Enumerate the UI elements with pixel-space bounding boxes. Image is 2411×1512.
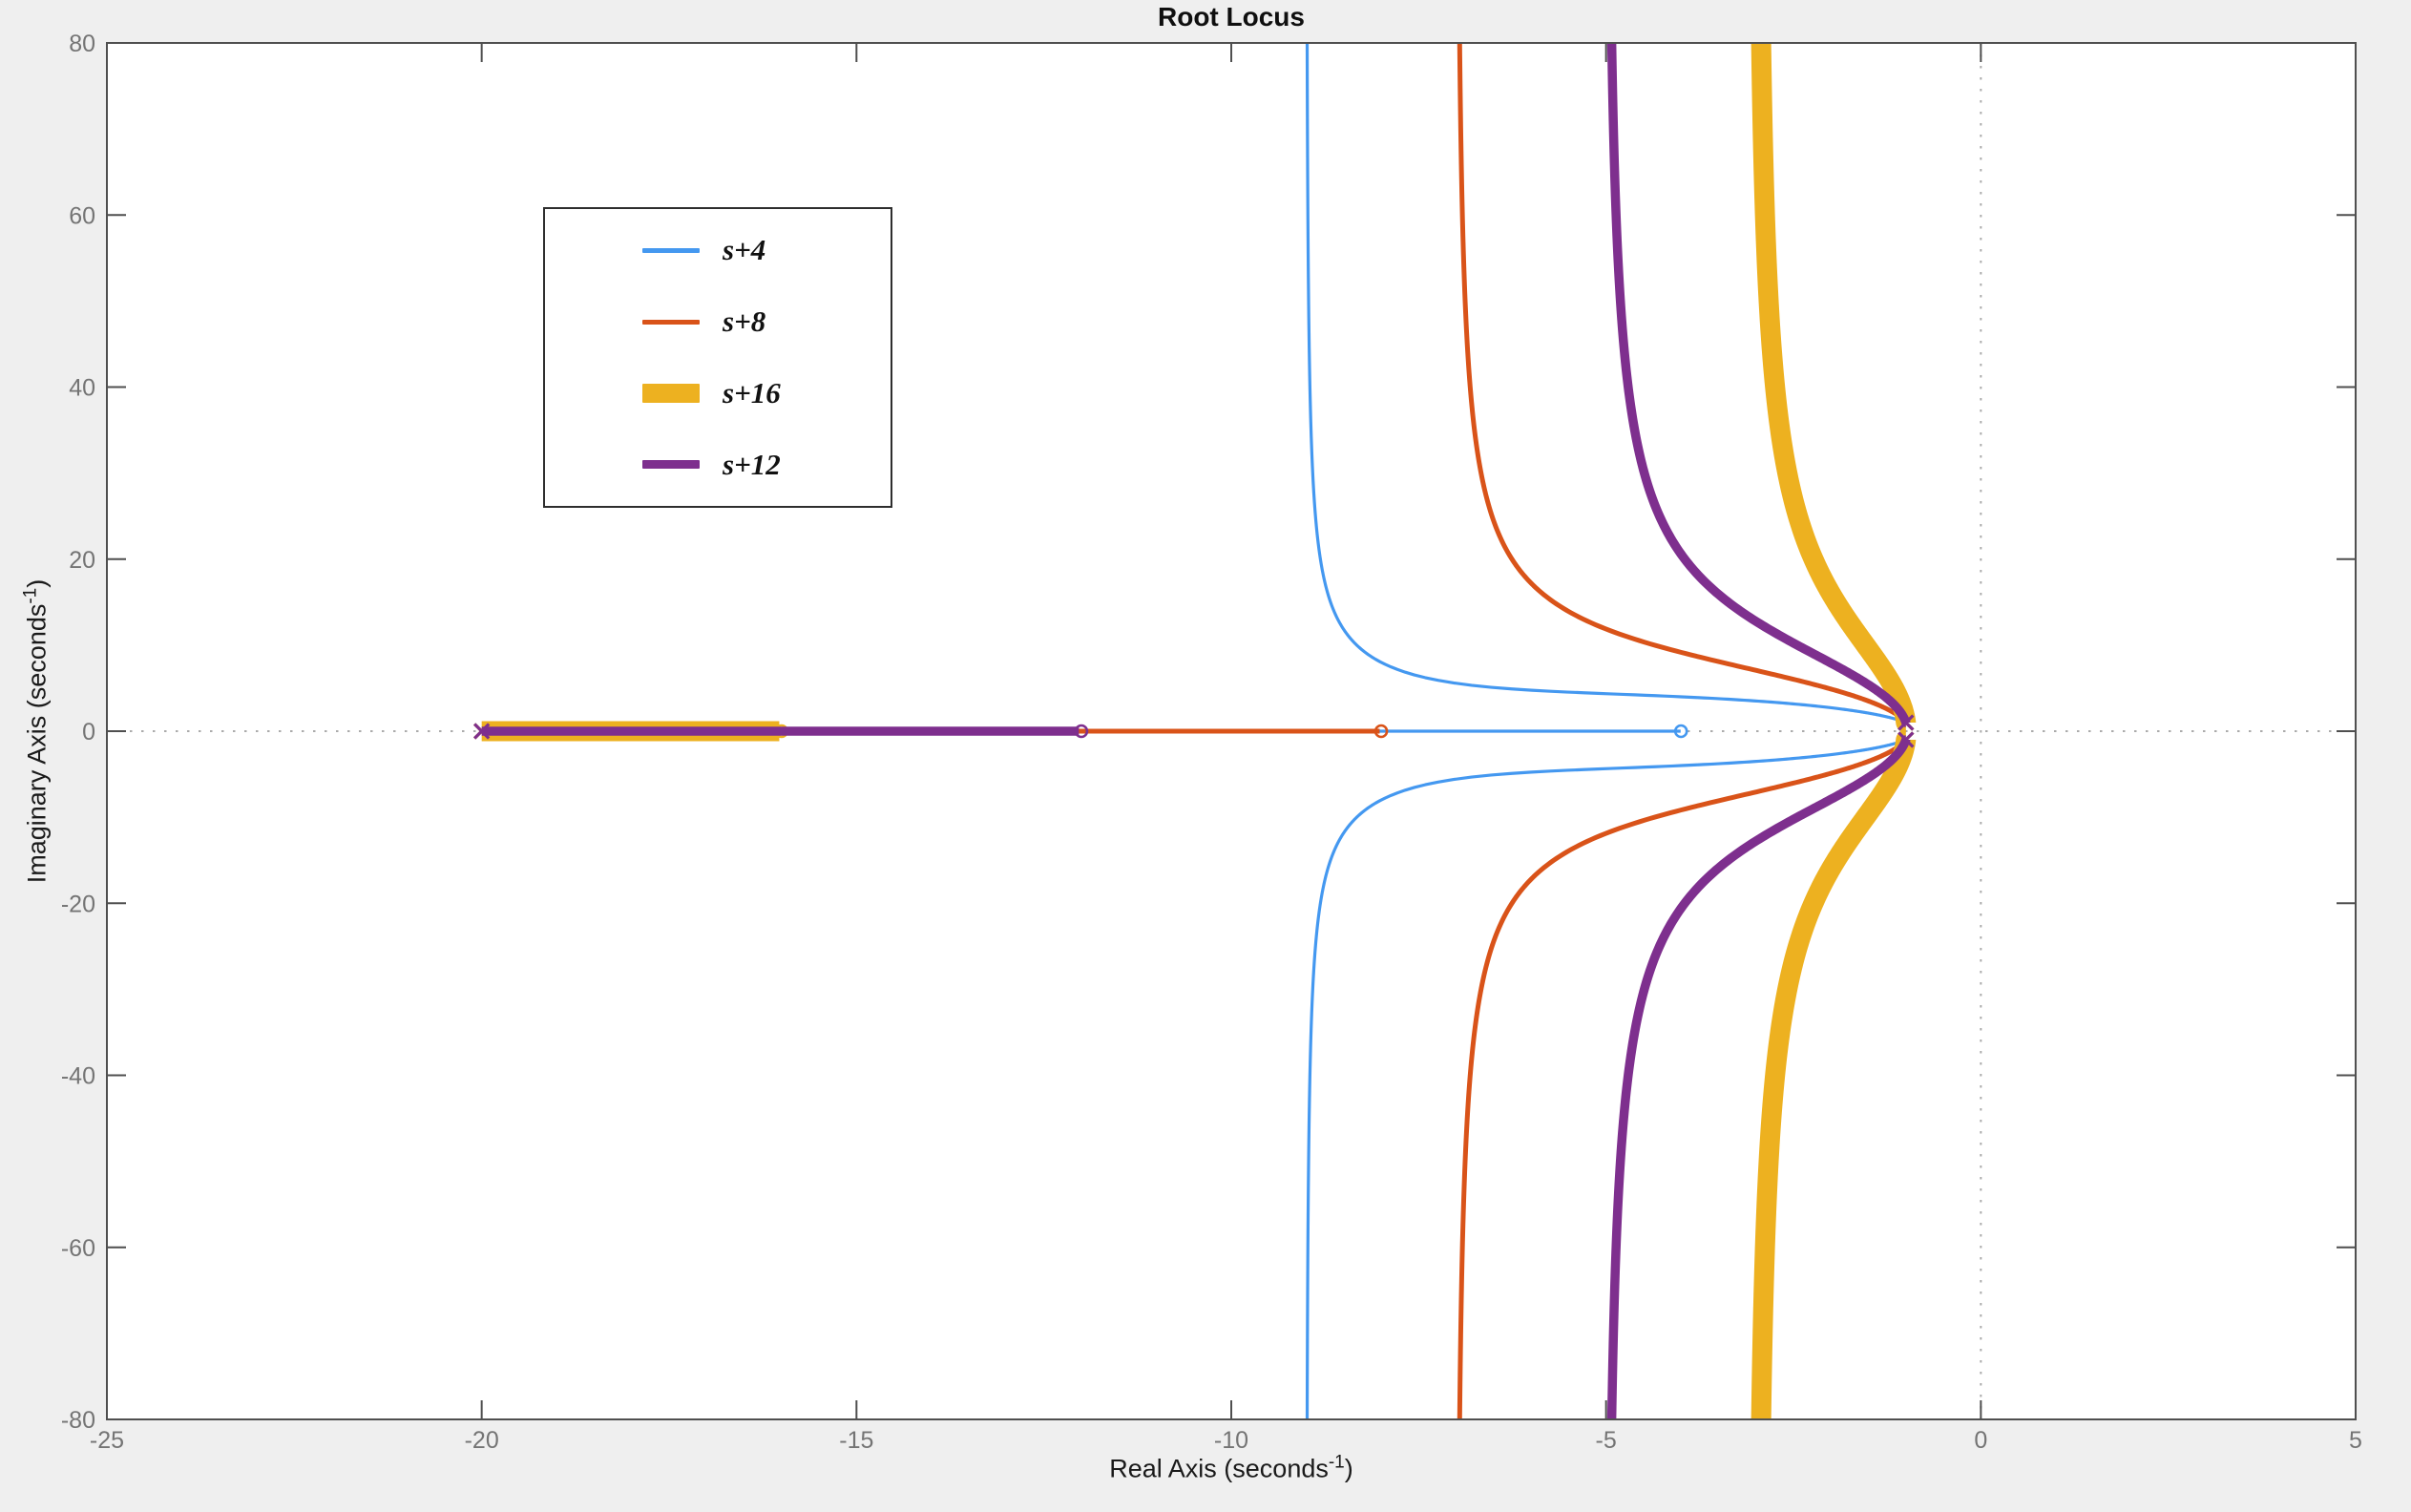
chart-title: Root Locus [107, 2, 2356, 32]
y-tick-label: 60 [69, 202, 95, 229]
legend-swatch [642, 460, 700, 470]
legend-item-s+12: s+12 [545, 430, 891, 499]
legend-item-s+16: s+16 [545, 359, 891, 428]
legend-label: s+8 [723, 304, 765, 339]
x-tick-label: -5 [1596, 1427, 1617, 1454]
legend-item-s+4: s+4 [545, 216, 891, 284]
y-tick-label: -40 [61, 1063, 95, 1090]
x-tick-label: -10 [1214, 1427, 1248, 1454]
y-tick-label: 20 [69, 547, 95, 574]
root-locus-figure: -25-20-15-10-505-80-60-40-20020406080 Ro… [0, 0, 2411, 1512]
y-axis-label: Imaginary Axis (seconds-1) [21, 579, 52, 884]
legend-swatch [642, 248, 700, 253]
legend-swatch [642, 320, 700, 325]
x-axis-label: Real Axis (seconds-1) [1109, 1453, 1353, 1484]
y-tick-label: -60 [61, 1235, 95, 1262]
legend-item-s+8: s+8 [545, 287, 891, 356]
legend-label: s+12 [723, 448, 781, 482]
x-tick-label: -15 [839, 1427, 873, 1454]
legend-swatch [642, 384, 700, 403]
y-tick-label: -20 [61, 891, 95, 917]
plot-area: -25-20-15-10-505-80-60-40-20020406080 [0, 0, 2411, 1512]
legend: s+4 s+8 s+16 s+12 [543, 207, 892, 508]
x-tick-label: -20 [465, 1427, 499, 1454]
x-tick-label: 0 [1974, 1427, 1987, 1454]
legend-label: s+4 [723, 233, 765, 267]
x-tick-label: 5 [2349, 1427, 2362, 1454]
legend-label: s+16 [723, 376, 781, 410]
y-tick-label: -80 [61, 1407, 95, 1434]
y-tick-label: 40 [69, 375, 95, 402]
y-tick-label: 80 [69, 31, 95, 57]
y-tick-label: 0 [82, 719, 95, 746]
